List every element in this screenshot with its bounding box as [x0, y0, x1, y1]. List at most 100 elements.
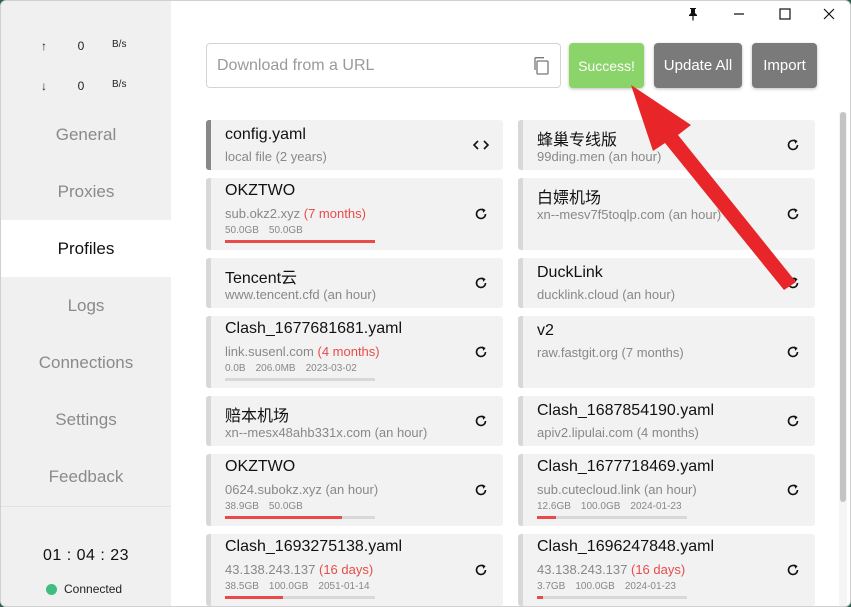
profile-card[interactable]: Clash_1677718469.yaml sub.cutecloud.link … — [518, 454, 815, 526]
profile-card[interactable]: Tencent云 www.tencent.cfd (an hour) — [206, 258, 503, 308]
usage-bar-fill — [537, 596, 543, 599]
pin-button[interactable] — [671, 1, 715, 27]
profile-name: OKZTWO — [225, 458, 296, 475]
nav-feedback[interactable]: Feedback — [1, 448, 171, 505]
refresh-icon[interactable] — [783, 135, 803, 155]
profile-usage-stats: 38.9GB 50.0GB — [225, 501, 313, 512]
status-panel: 01 : 04 : 23 Connected — [1, 506, 171, 606]
refresh-icon[interactable] — [783, 560, 803, 580]
refresh-icon[interactable] — [471, 273, 491, 293]
profile-source-text: local file (2 years) — [225, 149, 327, 164]
refresh-icon[interactable] — [471, 411, 491, 431]
usage-bar-fill — [225, 240, 375, 243]
edit-code-icon[interactable] — [471, 135, 491, 155]
profiles-page: Success! Update All Import config.yaml lo… — [171, 27, 850, 606]
maximize-button[interactable] — [763, 1, 807, 27]
usage-stat: 38.9GB — [225, 501, 259, 512]
usage-stat: 2024-01-23 — [630, 501, 682, 512]
profile-card[interactable]: OKZTWO sub.okz2.xyz (7 months) 50.0GB 50.0G… — [206, 178, 503, 250]
refresh-icon[interactable] — [471, 342, 491, 362]
profile-source: xn--mesv7f5toqlp.com (an hour) — [537, 207, 721, 222]
usage-stat: 206.0MB — [255, 363, 296, 374]
scrollbar-thumb[interactable] — [840, 112, 846, 502]
profile-source-text: 43.138.243.137 — [225, 562, 319, 577]
profile-source-text: sub.okz2.xyz — [225, 206, 304, 221]
download-arrow-icon: ↓ — [41, 79, 47, 93]
uptime-clock: 01 : 04 : 23 — [42, 547, 130, 564]
profile-source: local file (2 years) — [225, 149, 327, 164]
import-button[interactable]: Import — [752, 43, 817, 88]
usage-bar — [537, 596, 687, 599]
app-window: ↑ 0 B/s ↓ 0 B/s General Proxies Profiles… — [0, 0, 851, 607]
refresh-icon[interactable] — [783, 411, 803, 431]
maximize-icon — [779, 8, 791, 20]
refresh-icon[interactable] — [783, 204, 803, 224]
profile-card[interactable]: Clash_1693275138.yaml 43.138.243.137 (16 … — [206, 534, 503, 606]
upload-arrow-icon: ↑ — [41, 39, 47, 53]
paste-icon[interactable] — [532, 56, 550, 76]
minimize-icon — [734, 13, 744, 15]
profile-source: ducklink.cloud (an hour) — [537, 287, 675, 302]
profile-list: config.yaml local file (2 years) 蜂巢专线版 99di… — [206, 120, 816, 606]
profile-expiry-warning: (4 months) — [317, 344, 380, 359]
refresh-icon[interactable] — [471, 480, 491, 500]
refresh-icon[interactable] — [783, 273, 803, 293]
profile-card[interactable]: 赔本机场 xn--mesx48ahb331x.com (an hour) — [206, 396, 503, 446]
nav-profiles[interactable]: Profiles — [1, 220, 171, 277]
profile-card[interactable]: OKZTWO 0624.subokz.xyz (an hour) 38.9GB 50.… — [206, 454, 503, 526]
connected-dot-icon — [46, 583, 57, 595]
refresh-icon[interactable] — [471, 560, 491, 580]
profile-card[interactable]: DuckLink ducklink.cloud (an hour) — [518, 258, 815, 308]
nav-settings[interactable]: Settings — [1, 391, 171, 448]
url-input[interactable] — [217, 44, 517, 87]
profile-source-text: xn--mesv7f5toqlp.com (an hour) — [537, 207, 722, 222]
close-button[interactable] — [807, 1, 850, 27]
profile-expiry-warning: (16 days) — [318, 562, 374, 577]
profile-source: 43.138.243.137 (16 days) — [537, 562, 685, 577]
refresh-icon[interactable] — [783, 342, 803, 362]
profile-card[interactable]: 白嫖机场 xn--mesv7f5toqlp.com (an hour) — [518, 178, 815, 250]
success-button[interactable]: Success! — [569, 43, 644, 88]
profile-source-text: raw.fastgit.org (7 months) — [537, 345, 684, 360]
usage-stat: 100.0GB — [268, 581, 309, 592]
profile-source: 99ding.men (an hour) — [537, 149, 661, 164]
nav-general[interactable]: General — [1, 106, 171, 163]
profile-name: 蜂巢专线版 — [537, 132, 618, 149]
usage-stat: 12.6GB — [537, 501, 571, 512]
upload-speed: ↑ 0 B/s — [1, 39, 171, 59]
profile-card[interactable]: 蜂巢专线版 99ding.men (an hour) — [518, 120, 815, 170]
profile-card[interactable]: config.yaml local file (2 years) — [206, 120, 503, 170]
usage-stat: 3.7GB — [537, 581, 566, 592]
usage-bar-fill — [225, 516, 342, 519]
profile-expiry-warning: (7 months) — [303, 206, 366, 221]
usage-stat: 100.0GB — [580, 501, 621, 512]
usage-bar-fill — [537, 516, 556, 519]
nav-logs[interactable]: Logs — [1, 277, 171, 334]
profile-card[interactable]: Clash_1687854190.yaml apiv2.lipulai.com (… — [518, 396, 815, 446]
profile-card[interactable]: Clash_1677681681.yaml link.susenl.com (4 … — [206, 316, 503, 388]
profile-usage-stats: 12.6GB 100.0GB 2024-01-23 — [537, 501, 692, 512]
usage-stat: 50.0GB — [225, 225, 259, 236]
sidebar: ↑ 0 B/s ↓ 0 B/s General Proxies Profiles… — [1, 1, 171, 606]
minimize-button[interactable] — [717, 1, 761, 27]
profile-source: sub.okz2.xyz (7 months) — [225, 206, 366, 221]
profile-card[interactable]: v2 raw.fastgit.org (7 months) — [518, 316, 815, 388]
profile-usage-stats: 38.5GB 100.0GB 2051-01-14 — [225, 581, 380, 592]
nav-proxies[interactable]: Proxies — [1, 163, 171, 220]
profile-name: Tencent云 — [225, 270, 298, 287]
profile-card[interactable]: Clash_1696247848.yaml 43.138.243.137 (16 … — [518, 534, 815, 606]
update-all-button[interactable]: Update All — [654, 43, 742, 88]
traffic-monitor: ↑ 0 B/s ↓ 0 B/s — [1, 27, 171, 105]
profile-usage-stats: 3.7GB 100.0GB 2024-01-23 — [537, 581, 686, 592]
profile-name: config.yaml — [225, 126, 306, 143]
scrollbar[interactable] — [839, 112, 847, 606]
title-bar — [1, 1, 850, 27]
nav-connections[interactable]: Connections — [1, 334, 171, 391]
profile-name: OKZTWO — [225, 182, 296, 199]
profile-source: apiv2.lipulai.com (4 months) — [537, 425, 699, 440]
profile-source: link.susenl.com (4 months) — [225, 344, 380, 359]
refresh-icon[interactable] — [471, 204, 491, 224]
refresh-icon[interactable] — [783, 480, 803, 500]
download-unit: B/s — [112, 79, 127, 90]
upload-unit: B/s — [112, 39, 127, 50]
